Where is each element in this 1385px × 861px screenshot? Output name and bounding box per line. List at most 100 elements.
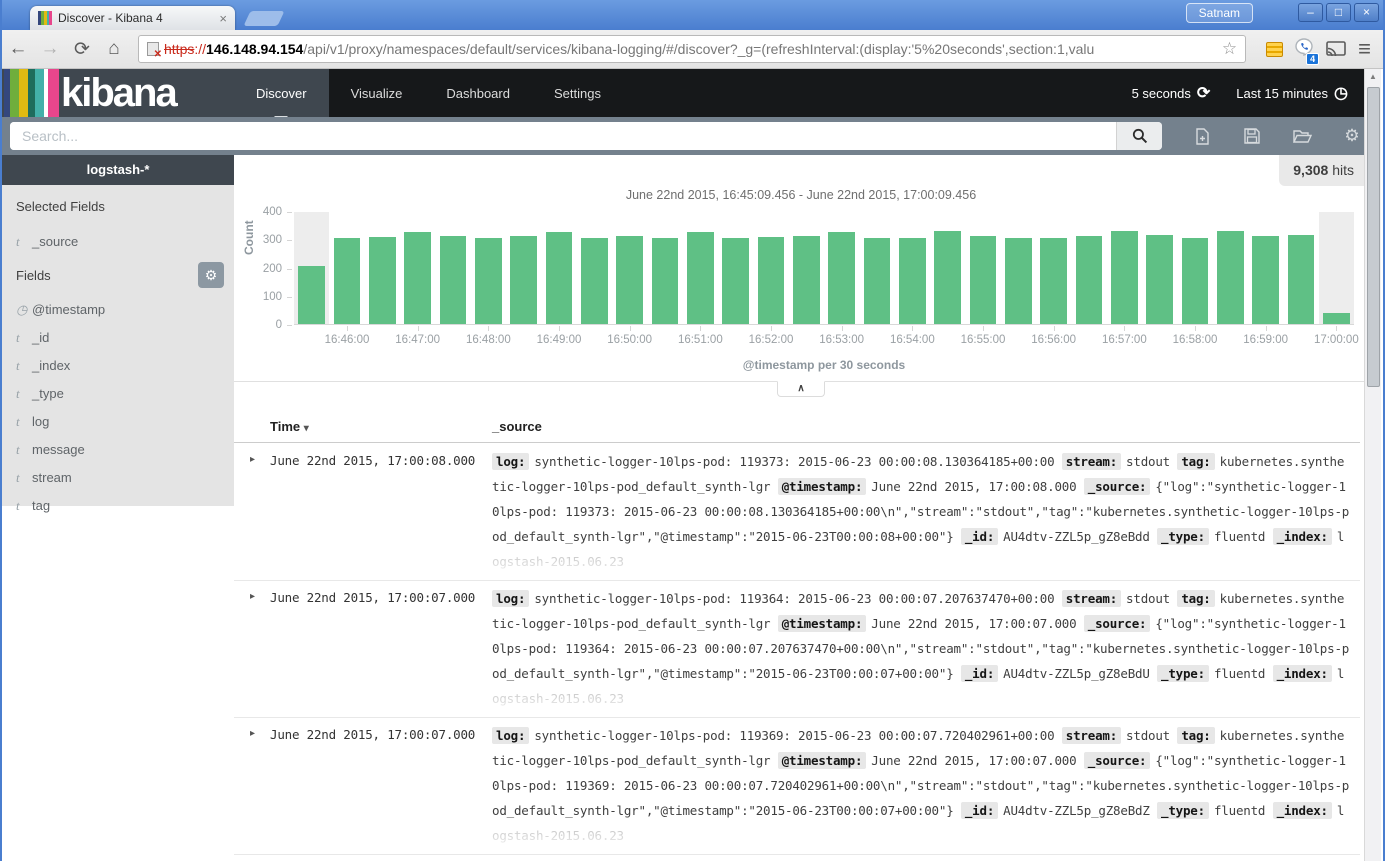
search-button[interactable] [1116, 122, 1162, 150]
histogram-bar[interactable] [440, 236, 467, 324]
histogram-bar[interactable] [475, 238, 502, 324]
field-item-log[interactable]: tlog [16, 408, 234, 436]
histogram-bar[interactable] [546, 232, 573, 324]
histogram-bar[interactable] [616, 236, 643, 324]
histogram-bar[interactable] [1040, 238, 1067, 324]
refresh-interval-control[interactable]: 5 seconds⟳ [1132, 83, 1211, 103]
histogram-bar[interactable] [334, 238, 361, 324]
cast-icon[interactable] [1326, 41, 1346, 57]
histogram-bar[interactable] [687, 232, 714, 324]
minimize-button[interactable]: – [1298, 3, 1323, 22]
forward-icon[interactable]: → [34, 38, 66, 60]
new-tab-button[interactable] [244, 11, 285, 26]
menu-icon[interactable]: ≡ [1358, 36, 1371, 62]
text-field-icon: t [16, 380, 32, 408]
browser-tab[interactable]: Discover - Kibana 4 × [30, 6, 235, 30]
field-item-timestamp[interactable]: ◷@timestamp [16, 296, 234, 324]
back-icon[interactable]: ← [2, 38, 34, 60]
histogram-bar[interactable] [864, 238, 891, 324]
index-pattern-selector[interactable]: logstash-* [2, 155, 234, 185]
histogram-bar[interactable] [1005, 238, 1032, 324]
histogram-bar[interactable] [652, 238, 679, 324]
collapse-chart-button[interactable]: ∧ [777, 381, 825, 397]
browser-toolbar: ← → ⟳ ⌂ https://146.148.94.154/api/v1/pr… [2, 30, 1383, 69]
histogram-bar[interactable] [404, 232, 431, 324]
bar-slot [506, 212, 541, 324]
x-tick-label: 16:48:00 [466, 334, 511, 346]
histogram-bar[interactable] [970, 236, 997, 324]
scrollbar-up-icon[interactable]: ▲ [1365, 69, 1381, 85]
home-icon[interactable]: ⌂ [98, 38, 130, 60]
histogram-bar[interactable] [1288, 235, 1315, 324]
histogram-bar[interactable] [298, 266, 325, 324]
url-text[interactable]: https://146.148.94.154/api/v1/proxy/name… [164, 41, 1218, 57]
field-settings-button[interactable]: ⚙ [198, 262, 224, 288]
field-badge: _id: [961, 665, 998, 682]
source-text: fluentd [1214, 529, 1273, 544]
x-tick-mark [1124, 326, 1125, 331]
source-text: l [1337, 529, 1344, 544]
hangouts-extension[interactable]: 4 [1295, 38, 1314, 61]
histogram-bar[interactable] [722, 238, 749, 324]
fields-list: ◷@timestampt_idt_indext_typetlogtmessage… [16, 296, 234, 520]
field-badge: _id: [961, 802, 998, 819]
field-item-stream[interactable]: tstream [16, 464, 234, 492]
nav-item-settings[interactable]: Settings [532, 69, 623, 117]
url-bar[interactable]: https://146.148.94.154/api/v1/proxy/name… [138, 35, 1246, 63]
source-text: June 22nd 2015, 17:00:07.000 [871, 753, 1083, 768]
histogram-bar[interactable] [899, 238, 926, 324]
settings-gear-icon[interactable]: ⚙ [1342, 126, 1362, 146]
expand-row-icon[interactable]: ▸ [250, 728, 255, 739]
scrollbar-thumb[interactable] [1367, 87, 1380, 387]
histogram-bar[interactable] [934, 231, 961, 324]
time-range-control[interactable]: Last 15 minutes◷ [1236, 83, 1348, 103]
open-search-button[interactable] [1292, 129, 1312, 144]
maximize-button[interactable]: □ [1326, 3, 1351, 22]
extension-icon[interactable] [1266, 42, 1283, 57]
nav-item-dashboard[interactable]: Dashboard [424, 69, 532, 117]
histogram-bar[interactable] [1217, 231, 1244, 324]
histogram-bar[interactable] [1111, 231, 1138, 324]
url-separator: :// [194, 41, 206, 57]
histogram-bar[interactable] [1323, 313, 1350, 324]
close-button[interactable]: × [1354, 3, 1379, 22]
bar-slot [471, 212, 506, 324]
histogram-bar[interactable] [793, 236, 820, 324]
field-item-message[interactable]: tmessage [16, 436, 234, 464]
nav-item-visualize[interactable]: Visualize [329, 69, 425, 117]
time-column-header[interactable]: Time ▾ [270, 419, 309, 434]
histogram-bar[interactable] [1076, 236, 1103, 324]
histogram-bar[interactable] [510, 236, 537, 324]
refresh-interval-label: 5 seconds [1132, 86, 1191, 101]
field-badge: _source: [1084, 478, 1151, 495]
nav-item-discover[interactable]: Discover [234, 69, 329, 117]
url-path: /api/v1/proxy/namespaces/default/service… [303, 41, 1094, 57]
field-item-index[interactable]: t_index [16, 352, 234, 380]
histogram-bar[interactable] [369, 237, 396, 324]
histogram-bar[interactable] [1252, 236, 1279, 324]
field-item-type[interactable]: t_type [16, 380, 234, 408]
field-item-id[interactable]: t_id [16, 324, 234, 352]
insecure-page-icon[interactable] [147, 42, 159, 56]
bookmark-star-icon[interactable]: ☆ [1222, 39, 1237, 59]
histogram-bar[interactable] [581, 238, 608, 324]
bar-slot [1107, 212, 1142, 324]
expand-row-icon[interactable]: ▸ [250, 591, 255, 602]
reload-icon[interactable]: ⟳ [66, 38, 98, 61]
new-search-button[interactable] [1192, 128, 1212, 145]
bar-slot [789, 212, 824, 324]
histogram-bar[interactable] [1146, 235, 1173, 324]
field-item-tag[interactable]: ttag [16, 492, 234, 520]
histogram-bar[interactable] [758, 237, 785, 324]
page-scrollbar[interactable]: ▲ [1364, 69, 1381, 861]
histogram-bar[interactable] [828, 232, 855, 324]
search-input[interactable] [10, 122, 1116, 150]
expand-row-icon[interactable]: ▸ [250, 454, 255, 465]
bar-slot [435, 212, 470, 324]
x-tick-mark [842, 326, 843, 331]
histogram-bar[interactable] [1182, 238, 1209, 324]
field-item-source[interactable]: t_source [16, 228, 234, 256]
save-search-button[interactable] [1242, 128, 1262, 144]
tab-close-icon[interactable]: × [219, 11, 227, 26]
bar-slot [1142, 212, 1177, 324]
